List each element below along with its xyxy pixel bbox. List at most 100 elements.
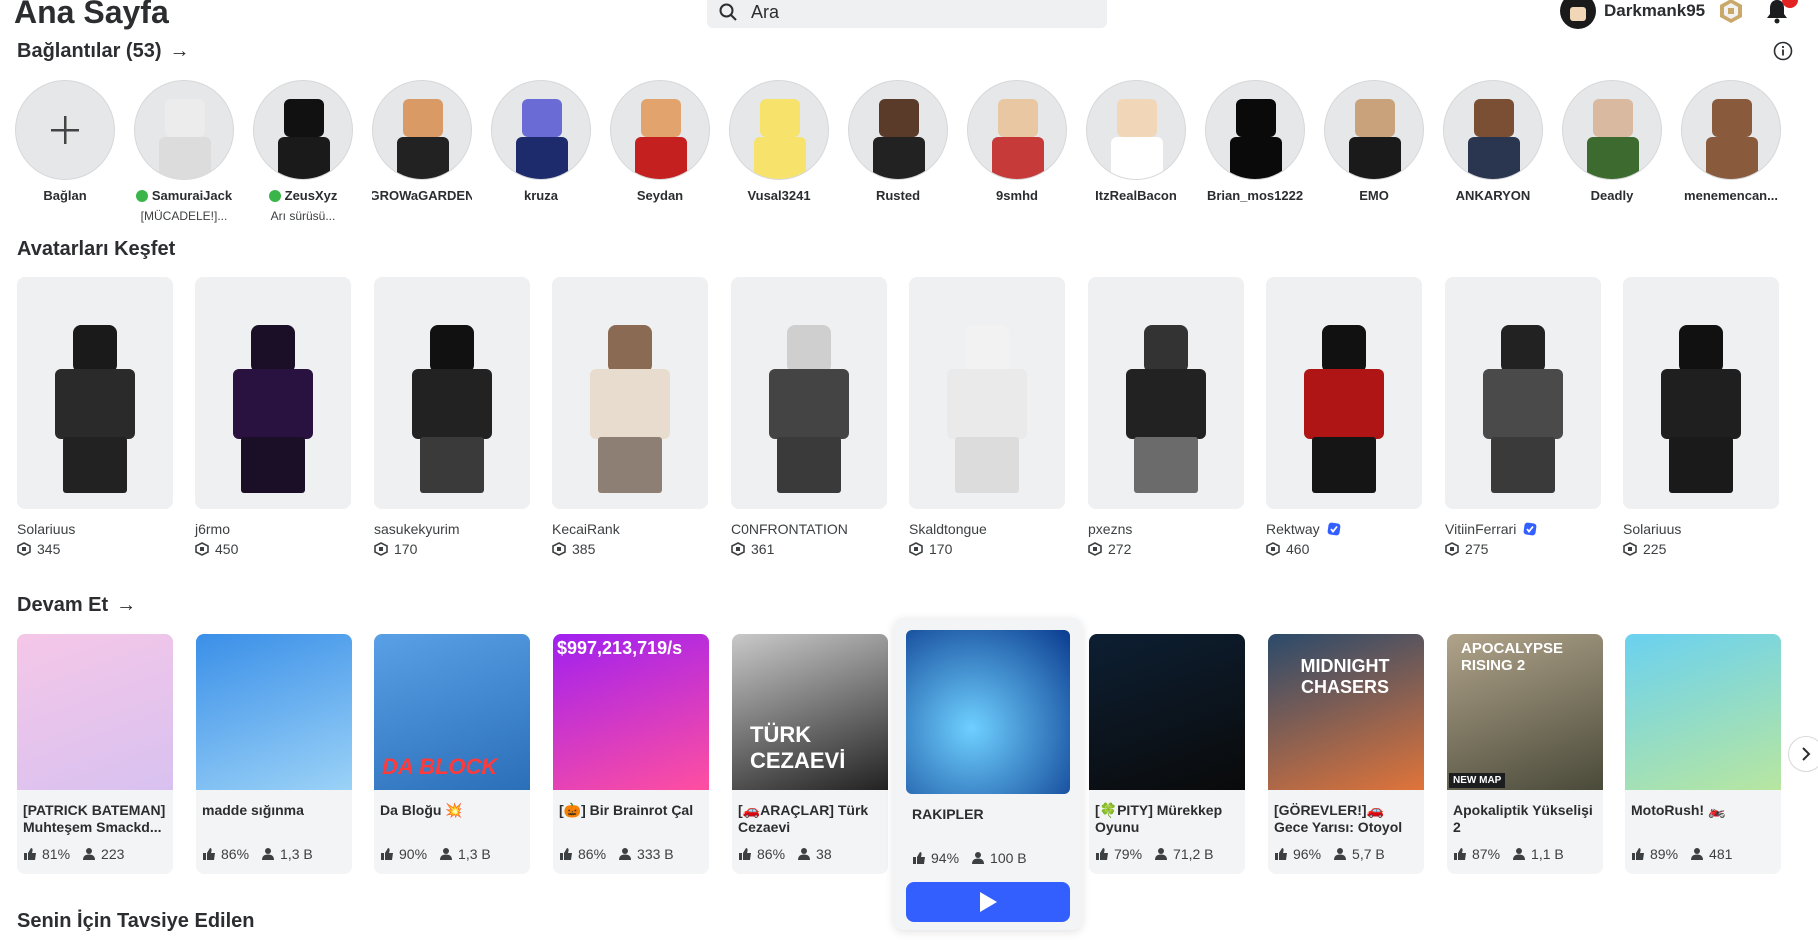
add-circle[interactable] [15, 80, 115, 180]
avatar-name-row[interactable]: VitiinFerrari [1445, 521, 1601, 537]
connection-name-label[interactable]: kruza [524, 188, 558, 203]
connection-name[interactable]: Deadly [1562, 188, 1662, 203]
avatar-card[interactable]: j6rmo 450 [195, 277, 351, 557]
game-card[interactable]: madde sığınma 86% 1,3 B [196, 634, 352, 874]
game-thumbnail[interactable] [1625, 634, 1781, 790]
game-thumbnail[interactable]: MIDNIGHT CHASERS [1268, 634, 1424, 790]
connection-name[interactable]: Seydan [610, 188, 710, 203]
avatar[interactable] [729, 80, 829, 180]
game-title[interactable]: MotoRush! 🏍️ [1631, 802, 1775, 836]
game-title[interactable]: [PATRICK BATEMAN] Muhteşem Smackd... [23, 802, 167, 836]
game-thumbnail[interactable]: DA BLOCK [374, 634, 530, 790]
connection-name-label[interactable]: 9smhd [996, 188, 1038, 203]
avatar[interactable] [848, 80, 948, 180]
avatar[interactable] [1086, 80, 1186, 180]
connection-item[interactable]: menemencan... [1681, 80, 1781, 203]
avatar[interactable] [1562, 80, 1662, 180]
game-thumbnail[interactable] [1089, 634, 1245, 790]
avatar[interactable] [253, 80, 353, 180]
connection-name-label[interactable]: ItzRealBacon [1095, 188, 1177, 203]
avatar-creator-name[interactable]: Solariuus [1623, 521, 1681, 537]
connections-title-label[interactable]: Bağlantılar (53) [17, 40, 161, 63]
arrow-right-icon[interactable]: → [169, 40, 189, 63]
game-title[interactable]: [GÖREVLER!]🚗Gece Yarısı: Otoyol Yarışı [1274, 802, 1418, 836]
avatar-preview[interactable] [909, 277, 1065, 509]
connection-name-label[interactable]: Brian_mos1222 [1207, 188, 1303, 203]
avatar[interactable] [372, 80, 472, 180]
avatar[interactable] [1205, 80, 1305, 180]
game-card[interactable]: APOCALYPSE RISING 2 NEW MAP Apokaliptik Yü… [1447, 634, 1603, 874]
connection-item[interactable]: Deadly [1562, 80, 1662, 203]
game-thumbnail[interactable]: $997,213,719/s [553, 634, 709, 790]
connection-name[interactable]: Rusted [848, 188, 948, 203]
connection-name-label[interactable]: Rusted [876, 188, 920, 203]
avatar-creator-name[interactable]: KecaiRank [552, 521, 620, 537]
game-thumbnail[interactable] [17, 634, 173, 790]
avatar-preview[interactable] [1445, 277, 1601, 509]
game-thumbnail[interactable]: APOCALYPSE RISING 2 NEW MAP [1447, 634, 1603, 790]
game-title[interactable]: [🍀PITY] Mürekkep Oyunu [1095, 802, 1239, 836]
avatar-preview[interactable] [374, 277, 530, 509]
avatar-name-row[interactable]: KecaiRank [552, 521, 708, 537]
avatar-creator-name[interactable]: Skaldtongue [909, 521, 987, 537]
play-button[interactable] [906, 882, 1070, 922]
avatar-creator-name[interactable]: C0NFRONTATION [731, 521, 848, 537]
avatar-name-row[interactable]: Skaldtongue [909, 521, 1065, 537]
avatar-preview[interactable] [17, 277, 173, 509]
avatar[interactable] [491, 80, 591, 180]
avatar[interactable] [1681, 80, 1781, 180]
game-title[interactable]: [🚗ARAÇLAR] Türk Cezaevi [738, 802, 882, 836]
avatar-card[interactable]: Solariuus 225 [1623, 277, 1779, 557]
avatar-preview[interactable] [1266, 277, 1422, 509]
search-input[interactable]: Ara [751, 2, 779, 23]
connection-name-label[interactable]: EMO [1359, 188, 1389, 203]
connection-name[interactable]: Vusal3241 [729, 188, 829, 203]
avatar[interactable] [1324, 80, 1424, 180]
connection-name-label[interactable]: menemencan... [1684, 188, 1778, 203]
avatar-card[interactable]: C0NFRONTATION 361 [731, 277, 887, 557]
avatar[interactable] [1560, 0, 1596, 29]
avatar-creator-name[interactable]: VitiinFerrari [1445, 521, 1516, 537]
connection-item[interactable]: EMO [1324, 80, 1424, 203]
avatar-name-row[interactable]: Solariuus [17, 521, 173, 537]
game-card[interactable]: [🍀PITY] Mürekkep Oyunu 79% 71,2 B [1089, 634, 1245, 874]
game-card[interactable]: TÜRK CEZAEVİ [🚗ARAÇLAR] Türk Cezaevi 86% 38 [732, 634, 888, 874]
game-thumbnail[interactable] [906, 630, 1070, 794]
avatar-card[interactable]: pxezns 272 [1088, 277, 1244, 557]
connection-name-label[interactable]: ZeusXyz [285, 188, 338, 203]
connection-name[interactable]: ItzRealBacon [1086, 188, 1186, 203]
connection-item[interactable]: Rusted [848, 80, 948, 203]
connection-name[interactable]: menemencan... [1681, 188, 1781, 203]
avatar-name-row[interactable]: Solariuus [1623, 521, 1779, 537]
connection-item[interactable]: SamuraiJack [MÜCADELE!]... [134, 80, 234, 223]
connection-item[interactable]: ANKARYON [1443, 80, 1543, 203]
avatar[interactable] [610, 80, 710, 180]
avatar-card[interactable]: Solariuus 345 [17, 277, 173, 557]
connection-name[interactable]: kruza [491, 188, 591, 203]
game-card[interactable]: MotoRush! 🏍️ 89% 481 [1625, 634, 1781, 874]
connection-item[interactable]: ItzRealBacon [1086, 80, 1186, 203]
continue-title[interactable]: Devam Et → [17, 594, 136, 617]
avatar-name-row[interactable]: pxezns [1088, 521, 1244, 537]
game-card[interactable]: RAKIPLER 94% 100 B [894, 618, 1082, 930]
avatar-preview[interactable] [731, 277, 887, 509]
game-card[interactable]: $997,213,719/s [🎃] Bir Brainrot Çal 86% 333… [553, 634, 709, 874]
arrow-right-icon[interactable]: → [116, 594, 136, 617]
game-card[interactable]: [PATRICK BATEMAN] Muhteşem Smackd... 81% 2… [17, 634, 173, 874]
avatar-name-row[interactable]: C0NFRONTATION [731, 521, 887, 537]
connection-name-label[interactable]: Vusal3241 [747, 188, 810, 203]
connection-name[interactable]: EMO [1324, 188, 1424, 203]
game-thumbnail[interactable] [196, 634, 352, 790]
connection-name[interactable]: Brian_mos1222 [1205, 188, 1305, 203]
connection-item[interactable]: ZeusXyz Arı sürüsü... [253, 80, 353, 223]
avatar[interactable] [967, 80, 1067, 180]
avatar-creator-name[interactable]: pxezns [1088, 521, 1132, 537]
avatar-preview[interactable] [552, 277, 708, 509]
avatar-card[interactable]: sasukekyurim 170 [374, 277, 530, 557]
connection-item[interactable]: 9smhd [967, 80, 1067, 203]
robux-icon[interactable] [1718, 0, 1744, 24]
game-thumbnail[interactable]: TÜRK CEZAEVİ [732, 634, 888, 790]
avatar[interactable] [134, 80, 234, 180]
avatar-card[interactable]: VitiinFerrari 275 [1445, 277, 1601, 557]
game-title[interactable]: RAKIPLER [912, 806, 1064, 840]
